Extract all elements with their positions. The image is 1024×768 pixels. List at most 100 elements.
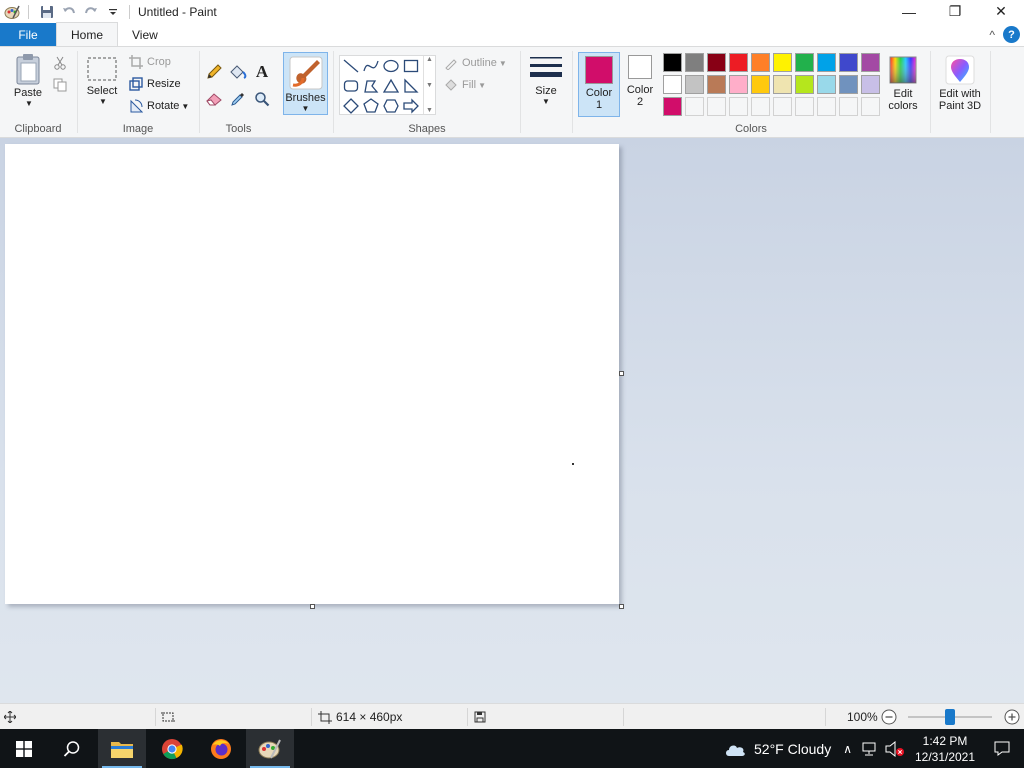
palette-custom-swatch[interactable] bbox=[839, 97, 858, 116]
chrome-button[interactable] bbox=[148, 729, 196, 768]
cut-icon[interactable] bbox=[50, 53, 70, 73]
palette-color-swatch[interactable] bbox=[861, 53, 880, 72]
palette-custom-swatch[interactable] bbox=[685, 97, 704, 116]
size-button[interactable]: Size ▼ bbox=[526, 55, 566, 106]
palette-color-swatch[interactable] bbox=[663, 75, 682, 94]
palette-color-swatch[interactable] bbox=[839, 75, 858, 94]
crop-button[interactable]: Crop bbox=[128, 52, 171, 72]
color2-button[interactable]: Color 2 bbox=[625, 55, 655, 108]
palette-color-swatch[interactable] bbox=[773, 53, 792, 72]
gallery-scroll-down-icon[interactable]: ▼ bbox=[426, 82, 433, 89]
gallery-scroll-up-icon[interactable]: ▲ bbox=[426, 56, 433, 63]
canvas-resize-handle-bottom[interactable] bbox=[310, 604, 315, 609]
palette-color-swatch[interactable] bbox=[707, 75, 726, 94]
palette-color-swatch[interactable] bbox=[729, 75, 748, 94]
notifications-button[interactable] bbox=[980, 729, 1024, 768]
oval-shape-icon[interactable] bbox=[381, 56, 401, 76]
paint-app-icon[interactable] bbox=[2, 2, 22, 22]
network-icon[interactable] bbox=[860, 742, 878, 756]
resize-button[interactable]: Resize bbox=[128, 74, 181, 94]
text-tool-icon[interactable]: A bbox=[252, 62, 272, 82]
gallery-expand-icon[interactable]: ▼ bbox=[426, 107, 433, 114]
palette-custom-swatch[interactable] bbox=[795, 97, 814, 116]
palette-color-swatch[interactable] bbox=[663, 97, 682, 116]
line-shape-icon[interactable] bbox=[341, 56, 361, 76]
arrow-shape-icon[interactable] bbox=[401, 96, 421, 116]
zoom-slider-thumb[interactable] bbox=[945, 709, 955, 725]
pencil-icon[interactable] bbox=[204, 62, 224, 82]
rotate-button[interactable]: Rotate ▼ bbox=[128, 96, 189, 116]
canvas-resize-handle-right[interactable] bbox=[619, 371, 624, 376]
palette-color-swatch[interactable] bbox=[707, 53, 726, 72]
redo-icon[interactable] bbox=[81, 2, 101, 22]
magnifier-icon[interactable] bbox=[252, 89, 272, 109]
diamond-shape-icon[interactable] bbox=[341, 96, 361, 116]
palette-color-swatch[interactable] bbox=[795, 53, 814, 72]
drawing-canvas[interactable] bbox=[5, 144, 619, 604]
palette-custom-swatch[interactable] bbox=[729, 97, 748, 116]
minimize-button[interactable]: — bbox=[886, 0, 932, 23]
palette-custom-swatch[interactable] bbox=[751, 97, 770, 116]
tab-home[interactable]: Home bbox=[56, 22, 119, 46]
file-explorer-button[interactable] bbox=[98, 729, 146, 768]
palette-custom-swatch[interactable] bbox=[817, 97, 836, 116]
palette-custom-swatch[interactable] bbox=[707, 97, 726, 116]
save-icon[interactable] bbox=[37, 2, 57, 22]
show-hidden-icons-icon[interactable]: ∧ bbox=[843, 742, 852, 756]
palette-color-swatch[interactable] bbox=[663, 53, 682, 72]
palette-color-swatch[interactable] bbox=[773, 75, 792, 94]
palette-color-swatch[interactable] bbox=[729, 53, 748, 72]
fill-bucket-icon[interactable] bbox=[228, 62, 248, 82]
palette-color-swatch[interactable] bbox=[685, 53, 704, 72]
palette-color-swatch[interactable] bbox=[839, 53, 858, 72]
collapse-ribbon-icon[interactable]: ^ bbox=[989, 28, 995, 42]
clock[interactable]: 1:42 PM 12/31/2021 bbox=[910, 733, 980, 765]
rectangle-shape-icon[interactable] bbox=[401, 56, 421, 76]
right-triangle-shape-icon[interactable] bbox=[401, 76, 421, 96]
palette-color-swatch[interactable] bbox=[817, 75, 836, 94]
status-bar: 614 × 460px 100% bbox=[0, 703, 1024, 729]
zoom-out-icon[interactable] bbox=[881, 704, 897, 730]
brushes-button[interactable]: Brushes ▼ bbox=[283, 52, 328, 115]
palette-color-swatch[interactable] bbox=[685, 75, 704, 94]
palette-custom-swatch[interactable] bbox=[861, 97, 880, 116]
zoom-in-icon[interactable] bbox=[1004, 704, 1020, 730]
triangle-shape-icon[interactable] bbox=[381, 76, 401, 96]
palette-color-swatch[interactable] bbox=[795, 75, 814, 94]
palette-color-swatch[interactable] bbox=[751, 53, 770, 72]
weather-widget[interactable]: 52°F Cloudy bbox=[724, 741, 831, 757]
edit-with-paint3d-button[interactable]: Edit with Paint 3D bbox=[934, 55, 986, 112]
canvas-resize-handle-corner[interactable] bbox=[619, 604, 624, 609]
volume-muted-icon[interactable] bbox=[884, 740, 906, 757]
select-button[interactable]: Select ▼ bbox=[84, 55, 120, 106]
tab-file[interactable]: File bbox=[0, 23, 56, 46]
rounded-rectangle-shape-icon[interactable] bbox=[341, 76, 361, 96]
search-button[interactable] bbox=[48, 729, 96, 768]
color1-button[interactable]: Color 1 bbox=[578, 52, 620, 117]
curve-shape-icon[interactable] bbox=[361, 56, 381, 76]
help-icon[interactable]: ? bbox=[1003, 26, 1020, 43]
copy-icon[interactable] bbox=[50, 75, 70, 95]
customize-toolbar-icon[interactable] bbox=[103, 2, 123, 22]
firefox-button[interactable] bbox=[197, 729, 245, 768]
start-button[interactable] bbox=[0, 729, 48, 768]
outline-button[interactable]: Outline ▼ bbox=[443, 53, 507, 73]
paint-taskbar-button[interactable] bbox=[246, 729, 294, 768]
palette-color-swatch[interactable] bbox=[817, 53, 836, 72]
palette-custom-swatch[interactable] bbox=[773, 97, 792, 116]
fill-button[interactable]: Fill ▼ bbox=[443, 75, 486, 95]
maximize-button[interactable]: ❐ bbox=[932, 0, 978, 23]
paste-button[interactable]: Paste ▼ bbox=[8, 53, 48, 108]
palette-color-swatch[interactable] bbox=[861, 75, 880, 94]
polygon-shape-icon[interactable] bbox=[361, 76, 381, 96]
palette-color-swatch[interactable] bbox=[751, 75, 770, 94]
close-button[interactable]: ✕ bbox=[978, 0, 1024, 23]
clipboard-group-label: Clipboard bbox=[14, 123, 62, 135]
edit-colors-button[interactable]: Edit colors bbox=[884, 55, 922, 112]
color-picker-icon[interactable] bbox=[228, 89, 248, 109]
hexagon-shape-icon[interactable] bbox=[381, 96, 401, 116]
tab-view[interactable]: View bbox=[118, 23, 172, 46]
undo-icon[interactable] bbox=[59, 2, 79, 22]
eraser-icon[interactable] bbox=[204, 89, 224, 109]
pentagon-shape-icon[interactable] bbox=[361, 96, 381, 116]
